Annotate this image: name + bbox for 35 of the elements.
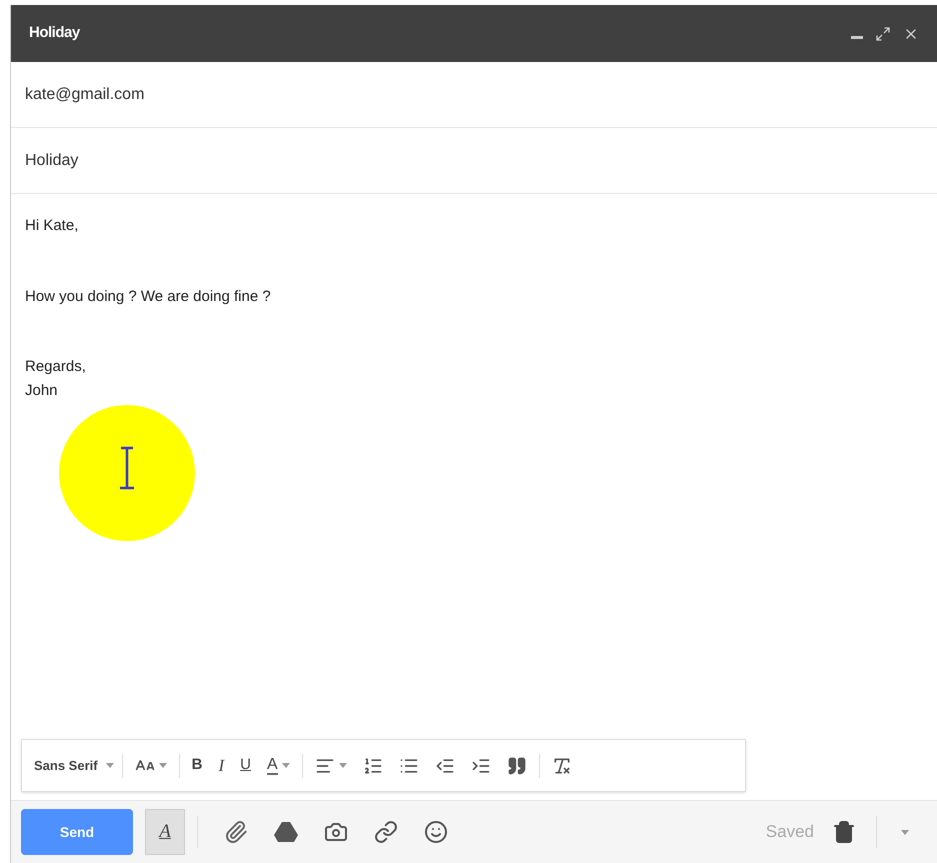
attach-button[interactable] (224, 820, 248, 844)
caret-icon (282, 763, 290, 768)
caret-icon (106, 763, 114, 768)
expand-icon (875, 26, 891, 42)
caret-icon (338, 763, 347, 768)
caret-icon (901, 830, 909, 834)
link-button[interactable] (374, 820, 398, 844)
discard-button[interactable] (832, 820, 856, 844)
window-title: Holiday (29, 23, 80, 44)
numbered-list-icon (362, 756, 383, 776)
photo-button[interactable] (324, 820, 348, 844)
body-text: Hi Kate, (25, 216, 78, 236)
bold-button[interactable]: B (184, 750, 210, 782)
save-status: Saved (766, 821, 814, 844)
body-text: John (25, 380, 58, 400)
paperclip-icon (224, 820, 248, 844)
link-icon (374, 820, 398, 844)
remove-formatting-icon (552, 756, 572, 776)
caret-icon (158, 763, 167, 768)
formatting-button[interactable]: A (145, 809, 185, 855)
emoji-button[interactable] (424, 820, 448, 844)
body-text: Regards, (25, 357, 86, 377)
smiley-icon (424, 820, 448, 844)
trash-icon (832, 820, 856, 844)
quote-icon (506, 756, 527, 776)
minimize-icon (851, 36, 863, 39)
expand-button[interactable] (875, 26, 891, 42)
camera-icon (324, 820, 348, 844)
underline-button[interactable]: U (232, 750, 259, 782)
text-color-button[interactable]: A (258, 750, 298, 782)
recipient-field[interactable]: kate@gmail.com (11, 62, 937, 128)
italic-button[interactable]: I (210, 750, 232, 782)
font-select[interactable]: Sans Serif (34, 756, 114, 776)
body-text: How you doing ? We are doing fine ? (25, 286, 271, 306)
subject-field[interactable]: Holiday (11, 128, 937, 194)
